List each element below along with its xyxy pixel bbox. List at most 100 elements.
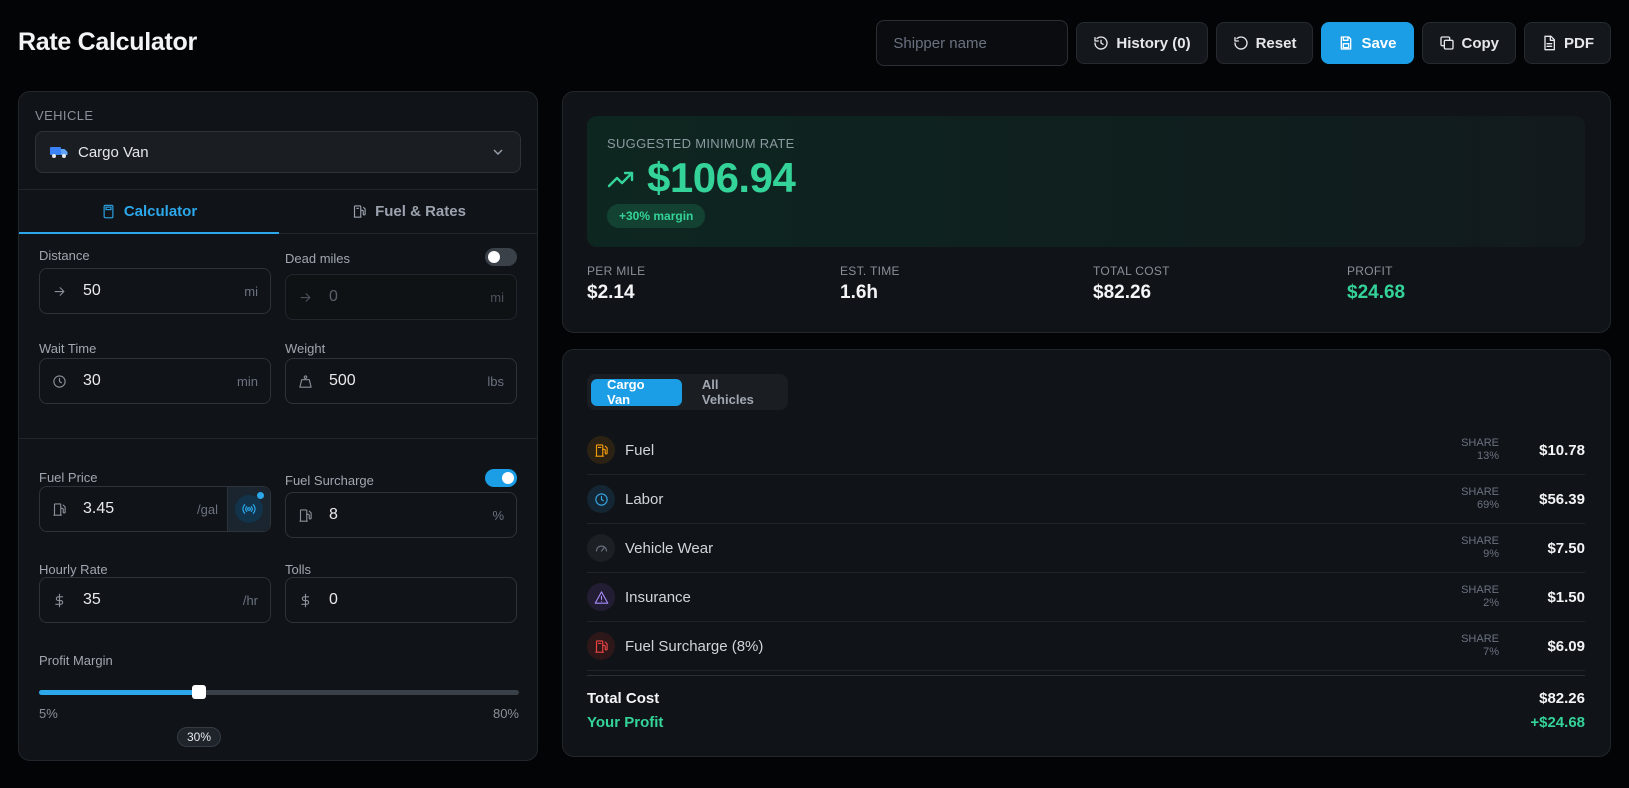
weight-label: Weight <box>285 341 326 356</box>
weight-input[interactable]: 500 lbs <box>285 358 517 404</box>
fuel-surcharge-label: Fuel Surcharge <box>285 473 374 488</box>
slider-thumb[interactable] <box>192 685 206 699</box>
slider-fill <box>39 690 199 695</box>
distance-unit: mi <box>244 283 258 299</box>
breakdown-share: SHARE 7% <box>1461 633 1499 659</box>
breakdown-amount: $6.09 <box>1547 637 1585 655</box>
breakdown-share: SHARE 69% <box>1461 486 1499 512</box>
vehicle-select[interactable]: Cargo Van <box>35 131 521 173</box>
distance-label: Distance <box>39 248 90 263</box>
stat-total-cost: TOTAL COST $82.26 <box>1093 264 1170 304</box>
dead-miles-toggle[interactable] <box>485 248 517 266</box>
total-cost-row: Total Cost $82.26 <box>587 690 1585 707</box>
tolls-input[interactable]: 0 <box>285 577 517 623</box>
history-button[interactable]: History (0) <box>1076 22 1208 64</box>
segment-cargo-van[interactable]: Cargo Van <box>591 377 682 407</box>
pdf-button-label: PDF <box>1564 34 1594 52</box>
fuel-surcharge-field: Fuel Surcharge 8 % <box>285 469 517 538</box>
dead-miles-field: Dead miles 0 mi <box>285 248 517 320</box>
suggested-rate-label: SUGGESTED MINIMUM RATE <box>607 136 795 151</box>
fuel-price-unit: /gal <box>197 501 218 517</box>
suggested-rate-amount: $106.94 <box>647 154 796 201</box>
slider-max-label: 80% <box>492 706 519 721</box>
fuel-pump-icon <box>587 632 615 660</box>
broadcast-icon <box>242 504 256 514</box>
wait-time-unit: min <box>237 373 258 389</box>
dead-miles-value: 0 <box>329 288 338 305</box>
share-label: SHARE <box>1461 584 1499 596</box>
your-profit-value: +$24.68 <box>1530 714 1585 731</box>
tab-calculator[interactable]: Calculator <box>19 190 279 234</box>
stat-label: TOTAL COST <box>1093 264 1170 278</box>
live-price-ring <box>235 495 263 523</box>
hourly-rate-input[interactable]: 35 /hr <box>39 577 271 623</box>
cost-breakdown-panel: Cargo Van All Vehicles Fuel SHARE 13% $10… <box>562 349 1611 757</box>
fuel-pump-icon <box>353 205 366 218</box>
breakdown-row-fuel: Fuel SHARE 13% $10.78 <box>587 426 1585 475</box>
breakdown-item-name: Insurance <box>625 588 691 606</box>
breakdown-row-vehicle-wear: Vehicle Wear SHARE 9% $7.50 <box>587 524 1585 573</box>
breakdown-row-fuel-surcharge: Fuel Surcharge (8%) SHARE 7% $6.09 <box>587 622 1585 671</box>
arrow-right-icon <box>300 292 311 302</box>
tab-fuel-rates-label: Fuel & Rates <box>375 203 466 220</box>
reset-button[interactable]: Reset <box>1215 22 1314 64</box>
dead-miles-unit: mi <box>490 289 504 305</box>
fuel-pump-icon <box>587 436 615 464</box>
wait-time-input[interactable]: 30 min <box>39 358 271 404</box>
copy-button-label: Copy <box>1461 34 1500 52</box>
clock-icon <box>53 374 66 388</box>
segment-all-vehicles[interactable]: All Vehicles <box>686 377 784 407</box>
breakdown-row-labor: Labor SHARE 69% $56.39 <box>587 475 1585 524</box>
save-icon <box>1341 36 1352 50</box>
share-label: SHARE <box>1461 633 1499 645</box>
history-button-label: History (0) <box>1116 34 1191 52</box>
breakdown-list: Fuel SHARE 13% $10.78 Labor SHARE 69% $56.… <box>587 426 1585 671</box>
pdf-button[interactable]: PDF <box>1524 22 1611 64</box>
weight-unit: lbs <box>487 373 504 389</box>
total-cost-label: Total Cost <box>587 690 660 707</box>
tab-fuel-rates[interactable]: Fuel & Rates <box>279 190 537 233</box>
hourly-rate-value: 35 <box>83 591 101 608</box>
breakdown-item-name: Fuel Surcharge (8%) <box>625 637 764 655</box>
save-button[interactable]: Save <box>1321 22 1414 64</box>
top-bar: Rate Calculator History (0) Reset Save C… <box>0 0 1629 88</box>
tolls-label: Tolls <box>285 562 312 577</box>
fuel-price-input[interactable]: 3.45 /gal <box>39 486 271 532</box>
stat-value: 1.6h <box>840 282 879 303</box>
fuel-surcharge-toggle[interactable] <box>485 469 517 487</box>
calculator-panel: VEHICLE Cargo Van Calculator Fuel & Rate… <box>18 91 538 761</box>
hourly-rate-unit: /hr <box>242 592 258 608</box>
fuel-surcharge-unit: % <box>492 507 504 523</box>
copy-button[interactable]: Copy <box>1421 22 1516 64</box>
gauge-icon <box>587 534 615 562</box>
clock-icon <box>587 485 615 513</box>
wait-time-label: Wait Time <box>39 341 97 356</box>
tolls-field: Tolls 0 <box>285 562 517 623</box>
shipper-name-input[interactable] <box>876 20 1069 66</box>
distance-input[interactable]: 50 mi <box>39 268 271 314</box>
profit-margin-label: Profit Margin <box>39 653 113 668</box>
totals-divider <box>587 675 1585 676</box>
weight-value: 500 <box>329 372 356 389</box>
dead-miles-label: Dead miles <box>285 251 351 266</box>
reset-icon <box>1233 36 1248 50</box>
stat-label: PER MILE <box>587 264 646 278</box>
dollar-icon <box>55 593 64 607</box>
share-value: 69% <box>1476 499 1499 511</box>
tab-calculator-label: Calculator <box>123 203 198 220</box>
vehicle-section-label: VEHICLE <box>35 108 94 123</box>
stat-value: $24.68 <box>1347 282 1406 303</box>
stat-value: $2.14 <box>587 282 635 303</box>
save-button-label: Save <box>1361 34 1397 52</box>
dead-miles-input[interactable]: 0 mi <box>285 274 517 320</box>
your-profit-label: Your Profit <box>587 714 664 731</box>
toggle-knob <box>488 251 500 263</box>
live-fuel-price-button[interactable] <box>227 487 270 531</box>
live-indicator-dot <box>257 492 264 499</box>
van-icon <box>50 147 68 158</box>
fuel-surcharge-input[interactable]: 8 % <box>285 492 517 538</box>
profit-margin-slider[interactable] <box>39 682 519 702</box>
weight-icon <box>299 374 312 388</box>
breakdown-item-name: Labor <box>625 490 664 508</box>
breakdown-amount: $56.39 <box>1539 490 1585 508</box>
